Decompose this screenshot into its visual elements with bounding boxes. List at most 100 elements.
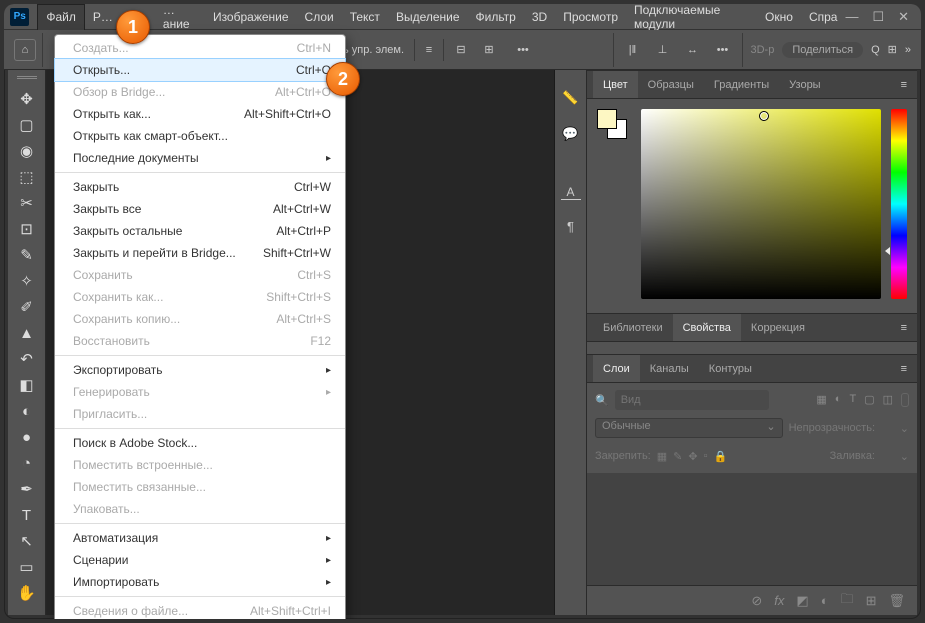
- tab-layers[interactable]: Слои: [593, 355, 640, 382]
- tab-adjustments[interactable]: Коррекция: [741, 314, 815, 341]
- menu-item[interactable]: Открыть...Ctrl+O: [55, 59, 345, 81]
- menu-item[interactable]: Обзор в Bridge...Alt+Ctrl+O: [55, 81, 345, 103]
- panel-expand-icon[interactable]: »: [905, 44, 911, 56]
- shape-tool[interactable]: ▭: [13, 555, 41, 579]
- menu-item[interactable]: Закрыть всеAlt+Ctrl+W: [55, 198, 345, 220]
- menu-item[interactable]: Закрыть остальныеAlt+Ctrl+P: [55, 220, 345, 242]
- dock-para-icon[interactable]: ¶: [561, 216, 581, 236]
- align-icon[interactable]: ≡: [414, 39, 444, 61]
- dock-comment-icon[interactable]: 💬: [561, 124, 581, 144]
- eyedropper-tool[interactable]: ✎: [13, 243, 41, 267]
- fx-icon[interactable]: fx: [774, 593, 784, 608]
- menu-image[interactable]: Изображение: [205, 4, 297, 30]
- dock-ruler-icon[interactable]: 📏: [561, 88, 581, 108]
- menu-plugins[interactable]: Подключаемые модули: [626, 4, 757, 30]
- hue-slider[interactable]: [891, 109, 907, 299]
- lock-all-icon[interactable]: 🔒: [714, 450, 728, 463]
- home-button[interactable]: ⌂: [14, 39, 36, 61]
- tab-patterns[interactable]: Узоры: [779, 71, 830, 98]
- layers-list[interactable]: [587, 473, 917, 585]
- crop-tool[interactable]: ✂: [13, 191, 41, 215]
- filter-type-icon[interactable]: T: [849, 393, 856, 407]
- mask-icon[interactable]: ◩: [796, 593, 808, 609]
- opt-icon-c[interactable]: ↔: [682, 39, 704, 61]
- delete-icon[interactable]: 🗑: [888, 593, 905, 609]
- menu-type[interactable]: Текст: [342, 4, 388, 30]
- path-tool[interactable]: ↖: [13, 529, 41, 553]
- menu-item[interactable]: СохранитьCtrl+S: [55, 264, 345, 286]
- menu-3d[interactable]: 3D: [524, 4, 555, 30]
- menu-item[interactable]: Сохранить копию...Alt+Ctrl+S: [55, 308, 345, 330]
- lock-trans-icon[interactable]: ▦: [657, 450, 667, 463]
- lock-move-icon[interactable]: ✥: [688, 450, 697, 463]
- link-layers-icon[interactable]: ⊘: [751, 593, 762, 609]
- menu-item[interactable]: Создать...Ctrl+N: [55, 37, 345, 59]
- menu-item[interactable]: Экспортировать: [55, 359, 345, 381]
- panel-menu-icon[interactable]: ≡: [891, 79, 917, 91]
- file-menu-dropdown[interactable]: Создать...Ctrl+NОткрыть...Ctrl+OОбзор в …: [54, 34, 346, 619]
- quickselect-tool[interactable]: ⬚: [13, 165, 41, 189]
- menu-select[interactable]: Выделение: [388, 4, 468, 30]
- menu-item[interactable]: Закрыть и перейти в Bridge...Shift+Ctrl+…: [55, 242, 345, 264]
- layer-filter-input[interactable]: [615, 390, 769, 410]
- menu-item[interactable]: ЗакрытьCtrl+W: [55, 176, 345, 198]
- menu-window[interactable]: Окно: [757, 4, 801, 30]
- menu-view[interactable]: Просмотр: [555, 4, 626, 30]
- menu-item[interactable]: Упаковать...: [55, 498, 345, 520]
- tab-color[interactable]: Цвет: [593, 71, 638, 98]
- filter-toggle[interactable]: [901, 393, 909, 407]
- lock-art-icon[interactable]: ▫: [704, 450, 708, 462]
- stamp-tool[interactable]: ▲: [13, 321, 41, 345]
- opt-icon-b[interactable]: ⊥: [652, 39, 674, 61]
- tab-properties[interactable]: Свойства: [673, 314, 741, 341]
- tab-gradients[interactable]: Градиенты: [704, 71, 779, 98]
- filter-pixel-icon[interactable]: ▦: [816, 393, 826, 407]
- search-icon[interactable]: Q: [871, 44, 880, 56]
- menu-item[interactable]: Сценарии: [55, 549, 345, 571]
- workspace-icon[interactable]: ⊞: [888, 43, 897, 56]
- menu-item[interactable]: Пригласить...: [55, 403, 345, 425]
- close-icon[interactable]: ✕: [898, 9, 909, 25]
- hand-tool[interactable]: ✋: [13, 581, 41, 605]
- panel-menu-icon[interactable]: ≡: [891, 322, 917, 334]
- align2-icon[interactable]: ⊟: [450, 39, 472, 61]
- foreground-swatch[interactable]: [597, 109, 617, 129]
- blur-tool[interactable]: ●: [13, 425, 41, 449]
- minimize-icon[interactable]: —: [845, 9, 858, 25]
- move-tool[interactable]: ✥: [13, 87, 41, 111]
- brush-tool[interactable]: ✐: [13, 295, 41, 319]
- menu-item[interactable]: Сведения о файле...Alt+Shift+Ctrl+I: [55, 600, 345, 619]
- gradient-tool[interactable]: ◐: [13, 399, 41, 423]
- eraser-tool[interactable]: ◧: [13, 373, 41, 397]
- new-layer-icon[interactable]: ⊞: [866, 593, 877, 609]
- lock-brush-icon[interactable]: ✎: [673, 450, 682, 463]
- menu-item[interactable]: Генерировать: [55, 381, 345, 403]
- menu-item[interactable]: Импортировать: [55, 571, 345, 593]
- menu-item[interactable]: Сохранить как...Shift+Ctrl+S: [55, 286, 345, 308]
- adjust-icon[interactable]: ◐: [821, 593, 829, 608]
- menu-x[interactable]: …ание: [155, 4, 205, 30]
- type-tool[interactable]: T: [13, 503, 41, 527]
- panel-menu-icon[interactable]: ≡: [891, 363, 917, 375]
- tab-channels[interactable]: Каналы: [640, 355, 699, 382]
- filter-smart-icon[interactable]: ◫: [883, 393, 893, 407]
- marquee-tool[interactable]: ▢: [13, 113, 41, 137]
- menu-item[interactable]: Открыть как смарт-объект...: [55, 125, 345, 147]
- pen-tool[interactable]: ✒: [13, 477, 41, 501]
- dock-char-icon[interactable]: A: [561, 184, 581, 200]
- grip-icon[interactable]: [12, 76, 42, 82]
- frame-tool[interactable]: ⊡: [13, 217, 41, 241]
- menu-item[interactable]: Открыть как...Alt+Shift+Ctrl+O: [55, 103, 345, 125]
- color-picker[interactable]: [641, 109, 881, 299]
- group-icon[interactable]: 🗀: [841, 590, 854, 612]
- menu-item[interactable]: Поместить связанные...: [55, 476, 345, 498]
- tab-swatches[interactable]: Образцы: [638, 71, 704, 98]
- lasso-tool[interactable]: ◉: [13, 139, 41, 163]
- heal-tool[interactable]: ✧: [13, 269, 41, 293]
- filter-adjust-icon[interactable]: ◐: [835, 393, 842, 407]
- menu-file[interactable]: Файл: [37, 4, 85, 30]
- menu-item[interactable]: Автоматизация: [55, 527, 345, 549]
- menu-filter[interactable]: Фильтр: [468, 4, 524, 30]
- menu-item[interactable]: Поиск в Adobe Stock...: [55, 432, 345, 454]
- tab-paths[interactable]: Контуры: [699, 355, 762, 382]
